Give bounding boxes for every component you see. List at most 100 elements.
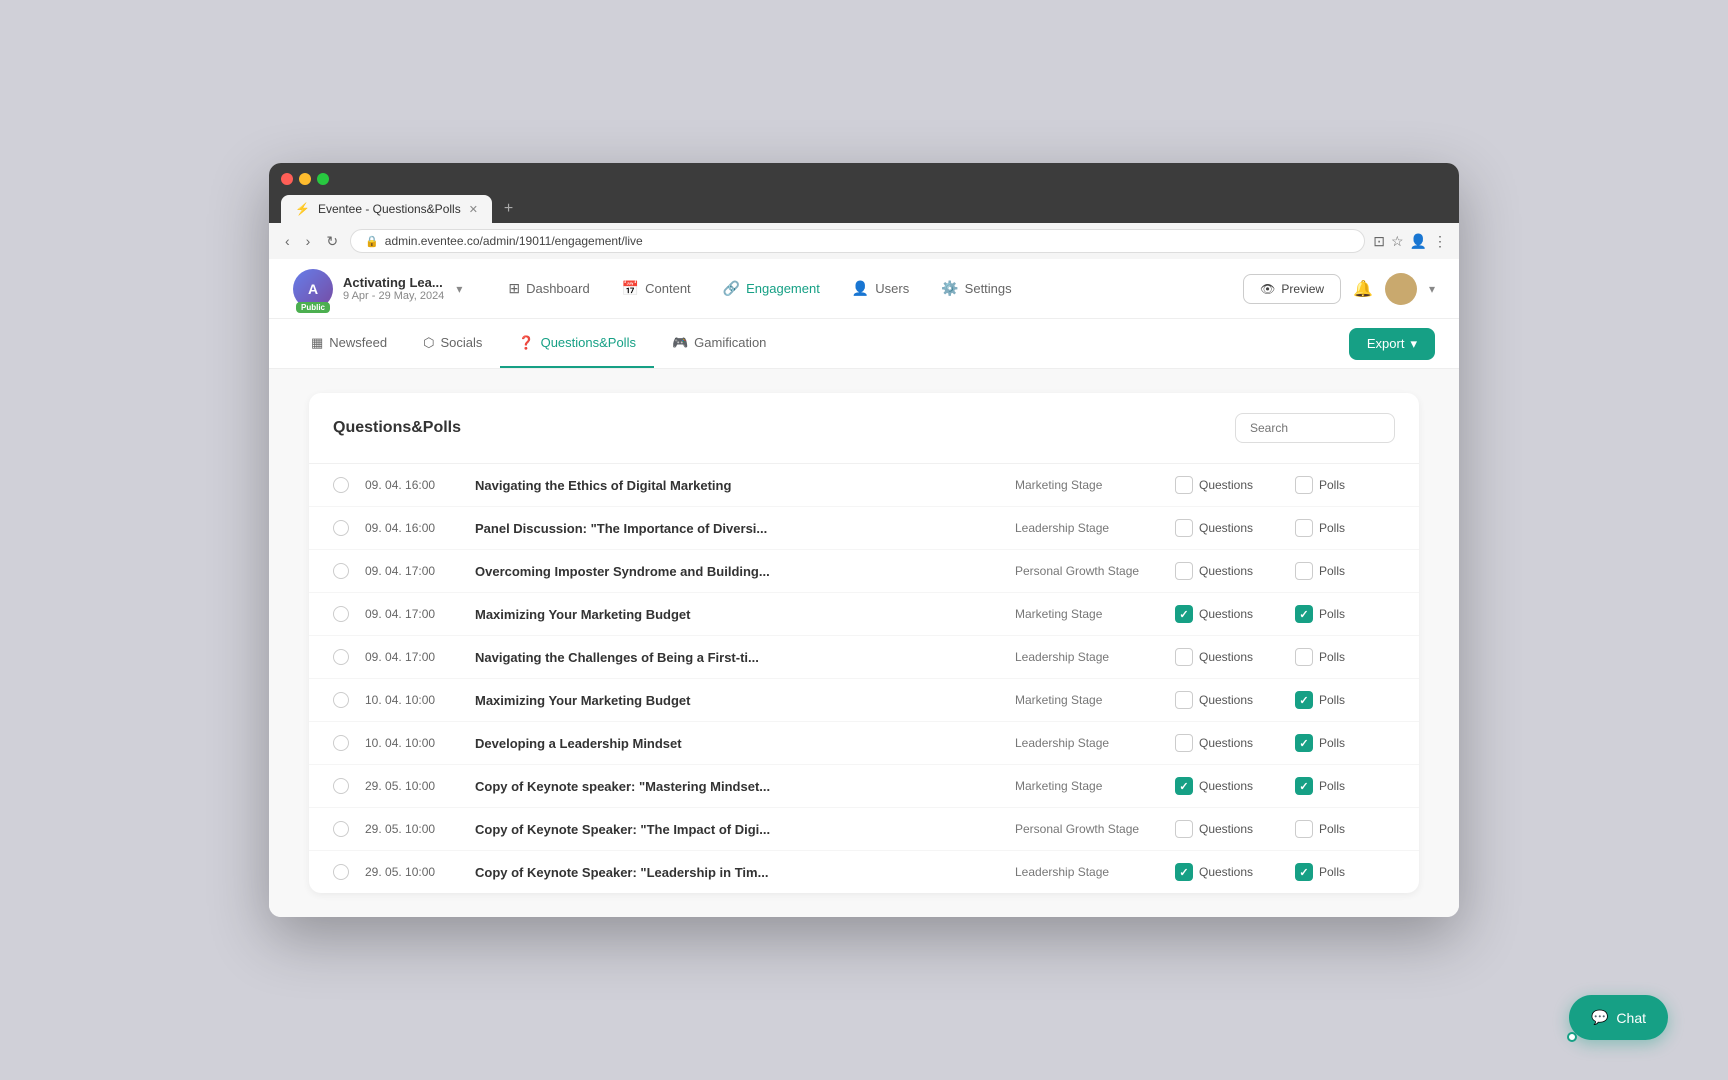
address-bar[interactable]: 🔒 admin.eventee.co/admin/19011/engagemen… (350, 229, 1365, 253)
polls-checkbox[interactable]: ✓ (1295, 777, 1313, 795)
search-input[interactable] (1235, 413, 1395, 443)
polls-checkbox[interactable] (1295, 648, 1313, 666)
row-polls-col[interactable]: ✓ Polls (1295, 691, 1395, 709)
questions-checkbox[interactable]: ✓ (1175, 777, 1193, 795)
new-tab-button[interactable]: + (496, 196, 521, 222)
row-radio[interactable] (333, 563, 349, 579)
table-row[interactable]: 09. 04. 16:00 Navigating the Ethics of D… (309, 464, 1419, 507)
questions-label: Questions (1199, 865, 1253, 879)
row-radio[interactable] (333, 477, 349, 493)
refresh-button[interactable]: ↻ (322, 231, 342, 252)
user-avatar[interactable] (1385, 273, 1417, 305)
sub-nav-newsfeed[interactable]: ▦ Newsfeed (293, 319, 405, 368)
row-polls-col[interactable]: ✓ Polls (1295, 777, 1395, 795)
row-questions-col[interactable]: Questions (1175, 562, 1295, 580)
row-questions-col[interactable]: ✓ Questions (1175, 863, 1295, 881)
polls-checkbox[interactable]: ✓ (1295, 691, 1313, 709)
browser-tab[interactable]: ⚡ Eventee - Questions&Polls ✕ (281, 195, 492, 223)
questions-checkbox[interactable] (1175, 476, 1193, 494)
forward-button[interactable]: › (302, 231, 315, 251)
table-row[interactable]: 29. 05. 10:00 Copy of Keynote Speaker: "… (309, 808, 1419, 851)
questions-checkbox[interactable] (1175, 562, 1193, 580)
notification-icon[interactable]: 🔔 (1353, 279, 1373, 299)
chat-fab[interactable]: 💬 Chat (1569, 995, 1668, 1040)
cast-icon[interactable]: ⊡ (1373, 233, 1385, 250)
table-row[interactable]: 29. 05. 10:00 Copy of Keynote speaker: "… (309, 765, 1419, 808)
sub-nav-questions-polls[interactable]: ❓ Questions&Polls (500, 319, 654, 368)
nav-item-dashboard[interactable]: ⊞ Dashboard (494, 272, 603, 305)
row-questions-col[interactable]: Questions (1175, 820, 1295, 838)
row-questions-col[interactable]: ✓ Questions (1175, 777, 1295, 795)
questions-checkbox[interactable] (1175, 820, 1193, 838)
row-polls-col[interactable]: Polls (1295, 820, 1395, 838)
back-button[interactable]: ‹ (281, 231, 294, 251)
polls-checkbox[interactable] (1295, 519, 1313, 537)
row-radio[interactable] (333, 649, 349, 665)
row-radio[interactable] (333, 778, 349, 794)
table-row[interactable]: 09. 04. 17:00 Maximizing Your Marketing … (309, 593, 1419, 636)
table-row[interactable]: 29. 05. 10:00 Copy of Keynote Speaker: "… (309, 851, 1419, 893)
row-questions-col[interactable]: Questions (1175, 734, 1295, 752)
row-radio[interactable] (333, 821, 349, 837)
row-polls-col[interactable]: Polls (1295, 519, 1395, 537)
profile-icon[interactable]: 👤 (1410, 233, 1427, 250)
nav-item-content[interactable]: 📅 Content (608, 272, 705, 305)
row-questions-col[interactable]: ✓ Questions (1175, 605, 1295, 623)
table-row[interactable]: 09. 04. 16:00 Panel Discussion: "The Imp… (309, 507, 1419, 550)
maximize-button[interactable] (317, 173, 329, 185)
polls-checkbox[interactable] (1295, 820, 1313, 838)
table-row[interactable]: 10. 04. 10:00 Maximizing Your Marketing … (309, 679, 1419, 722)
brand-dropdown-icon[interactable]: ▾ (456, 282, 462, 296)
nav-item-engagement[interactable]: 🔗 Engagement (709, 272, 834, 305)
row-radio[interactable] (333, 520, 349, 536)
tab-title: Eventee - Questions&Polls (318, 202, 461, 216)
lock-icon: 🔒 (365, 235, 379, 248)
polls-checkbox[interactable]: ✓ (1295, 863, 1313, 881)
questions-checkbox[interactable] (1175, 691, 1193, 709)
close-button[interactable] (281, 173, 293, 185)
questions-checkbox[interactable]: ✓ (1175, 605, 1193, 623)
menu-icon[interactable]: ⋮ (1433, 233, 1447, 250)
polls-label: Polls (1319, 650, 1345, 664)
minimize-button[interactable] (299, 173, 311, 185)
row-questions-col[interactable]: Questions (1175, 476, 1295, 494)
questions-checkbox[interactable] (1175, 519, 1193, 537)
bookmark-icon[interactable]: ☆ (1391, 233, 1404, 250)
row-polls-col[interactable]: Polls (1295, 648, 1395, 666)
address-bar-row: ‹ › ↻ 🔒 admin.eventee.co/admin/19011/eng… (269, 223, 1459, 259)
polls-checkbox[interactable]: ✓ (1295, 605, 1313, 623)
questions-checkbox[interactable]: ✓ (1175, 863, 1193, 881)
row-radio-col (333, 563, 365, 579)
row-radio[interactable] (333, 606, 349, 622)
table-row[interactable]: 10. 04. 10:00 Developing a Leadership Mi… (309, 722, 1419, 765)
row-questions-col[interactable]: Questions (1175, 519, 1295, 537)
row-polls-col[interactable]: Polls (1295, 476, 1395, 494)
polls-checkbox[interactable] (1295, 476, 1313, 494)
tab-bar: ⚡ Eventee - Questions&Polls ✕ + (281, 195, 1447, 223)
dashboard-icon: ⊞ (508, 280, 520, 297)
sub-nav-gamification[interactable]: 🎮 Gamification (654, 319, 784, 368)
user-dropdown-icon[interactable]: ▾ (1429, 282, 1435, 296)
row-questions-col[interactable]: Questions (1175, 691, 1295, 709)
nav-item-engagement-label: Engagement (746, 281, 820, 296)
polls-checkbox[interactable] (1295, 562, 1313, 580)
row-radio[interactable] (333, 864, 349, 880)
table-row[interactable]: 09. 04. 17:00 Navigating the Challenges … (309, 636, 1419, 679)
row-questions-col[interactable]: Questions (1175, 648, 1295, 666)
sub-nav-socials[interactable]: ⬡ Socials (405, 319, 500, 368)
row-polls-col[interactable]: ✓ Polls (1295, 863, 1395, 881)
tab-close-icon[interactable]: ✕ (469, 203, 478, 216)
preview-button[interactable]: 👁 Preview (1243, 274, 1341, 304)
row-radio[interactable] (333, 735, 349, 751)
nav-item-users[interactable]: 👤 Users (838, 272, 923, 305)
questions-checkbox[interactable] (1175, 648, 1193, 666)
table-row[interactable]: 09. 04. 17:00 Overcoming Imposter Syndro… (309, 550, 1419, 593)
row-polls-col[interactable]: ✓ Polls (1295, 734, 1395, 752)
polls-checkbox[interactable]: ✓ (1295, 734, 1313, 752)
export-button[interactable]: Export ▾ (1349, 328, 1435, 360)
row-polls-col[interactable]: ✓ Polls (1295, 605, 1395, 623)
questions-checkbox[interactable] (1175, 734, 1193, 752)
nav-item-settings[interactable]: ⚙️ Settings (927, 272, 1025, 305)
row-polls-col[interactable]: Polls (1295, 562, 1395, 580)
row-radio[interactable] (333, 692, 349, 708)
